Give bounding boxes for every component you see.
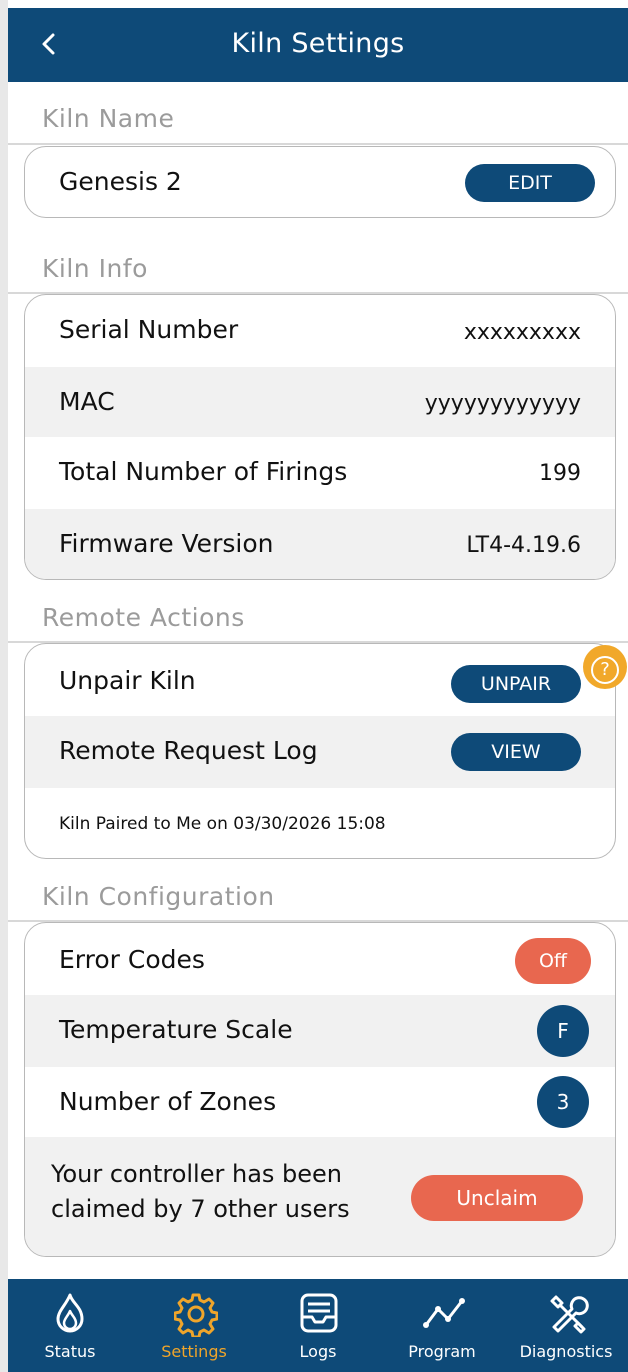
- section-divider: [8, 143, 628, 145]
- firings-row: Total Number of Firings 199: [25, 437, 615, 509]
- temperature-scale-row: Temperature Scale F: [25, 995, 615, 1067]
- tab-label: Diagnostics: [519, 1342, 613, 1361]
- error-codes-row: Error Codes Off: [25, 923, 615, 995]
- firmware-row: Firmware Version LT4-4.19.6: [25, 509, 615, 579]
- tab-settings[interactable]: Settings: [132, 1279, 256, 1372]
- tab-logs[interactable]: Logs: [256, 1279, 380, 1372]
- error-codes-label: Error Codes: [59, 945, 205, 974]
- kiln-name-card: Genesis 2 EDIT: [24, 146, 616, 218]
- unpair-button[interactable]: UNPAIR: [451, 665, 581, 703]
- flame-icon: [56, 1293, 84, 1333]
- serial-number-row: Serial Number xxxxxxxxx: [25, 295, 615, 367]
- remote-actions-card: Unpair Kiln UNPAIR Remote Request Log VI…: [24, 643, 616, 859]
- graph-line-icon: [423, 1298, 465, 1328]
- tab-status[interactable]: Status: [8, 1279, 132, 1372]
- serial-number-label: Serial Number: [59, 315, 239, 344]
- claimed-text-line-2: claimed by 7 other users: [51, 1195, 350, 1223]
- paired-date-text: Kiln Paired to Me on 03/30/2026 15:08: [59, 814, 386, 834]
- edit-button[interactable]: EDIT: [465, 164, 595, 202]
- tab-label: Logs: [299, 1342, 337, 1361]
- view-button[interactable]: VIEW: [451, 733, 581, 771]
- help-button[interactable]: ?: [583, 645, 627, 689]
- zones-row: Number of Zones 3: [25, 1067, 615, 1137]
- section-label-kiln-name: Kiln Name: [42, 104, 175, 133]
- inbox-icon: [300, 1293, 338, 1333]
- page-title: Kiln Settings: [231, 28, 405, 59]
- claimed-text-line-1: Your controller has been: [51, 1160, 343, 1188]
- serial-number-value: xxxxxxxxx: [463, 320, 581, 345]
- error-codes-toggle[interactable]: Off: [515, 938, 591, 984]
- zones-selector[interactable]: 3: [537, 1076, 589, 1128]
- mac-value: yyyyyyyyyyyy: [424, 391, 581, 416]
- section-label-remote-actions: Remote Actions: [42, 603, 245, 632]
- top-header: Kiln Settings: [8, 8, 628, 82]
- firings-label: Total Number of Firings: [59, 457, 348, 486]
- temperature-scale-label: Temperature Scale: [59, 1015, 293, 1044]
- kiln-name-row: Genesis 2 EDIT: [25, 147, 615, 217]
- unpair-row: Unpair Kiln UNPAIR: [25, 644, 615, 716]
- kiln-configuration-card: Error Codes Off Temperature Scale F Numb…: [24, 922, 616, 1257]
- section-label-kiln-info: Kiln Info: [42, 254, 148, 283]
- unpair-label: Unpair Kiln: [59, 666, 196, 695]
- paired-info-row: Kiln Paired to Me on 03/30/2026 15:08: [25, 788, 615, 858]
- remote-log-row: Remote Request Log VIEW: [25, 716, 615, 788]
- tab-label: Program: [408, 1342, 476, 1361]
- section-label-kiln-configuration: Kiln Configuration: [42, 882, 275, 911]
- kiln-name-value: Genesis 2: [59, 167, 182, 196]
- bottom-tab-bar: Status Settings Logs Program Diagnostics: [8, 1279, 628, 1372]
- unclaim-button[interactable]: Unclaim: [411, 1175, 583, 1221]
- remote-log-label: Remote Request Log: [59, 736, 318, 765]
- claimed-row: Your controller has been claimed by 7 ot…: [25, 1137, 615, 1256]
- tab-diagnostics[interactable]: Diagnostics: [504, 1279, 628, 1372]
- tab-label: Status: [44, 1342, 96, 1361]
- firings-value: 199: [539, 461, 581, 486]
- mac-row: MAC yyyyyyyyyyyy: [25, 367, 615, 437]
- firmware-value: LT4-4.19.6: [466, 533, 581, 558]
- left-edge: [0, 0, 8, 1372]
- zones-label: Number of Zones: [59, 1087, 277, 1116]
- claimed-text: Your controller has been claimed by 7 ot…: [51, 1157, 350, 1227]
- tab-program[interactable]: Program: [380, 1279, 504, 1372]
- mac-label: MAC: [59, 387, 115, 416]
- question-icon: ?: [591, 656, 619, 684]
- tools-icon: [550, 1295, 589, 1334]
- tab-label: Settings: [161, 1342, 227, 1361]
- kiln-info-card: Serial Number xxxxxxxxx MAC yyyyyyyyyyyy…: [24, 294, 616, 580]
- firmware-label: Firmware Version: [59, 529, 274, 558]
- temperature-scale-toggle[interactable]: F: [537, 1005, 589, 1057]
- gear-icon: [174, 1293, 218, 1337]
